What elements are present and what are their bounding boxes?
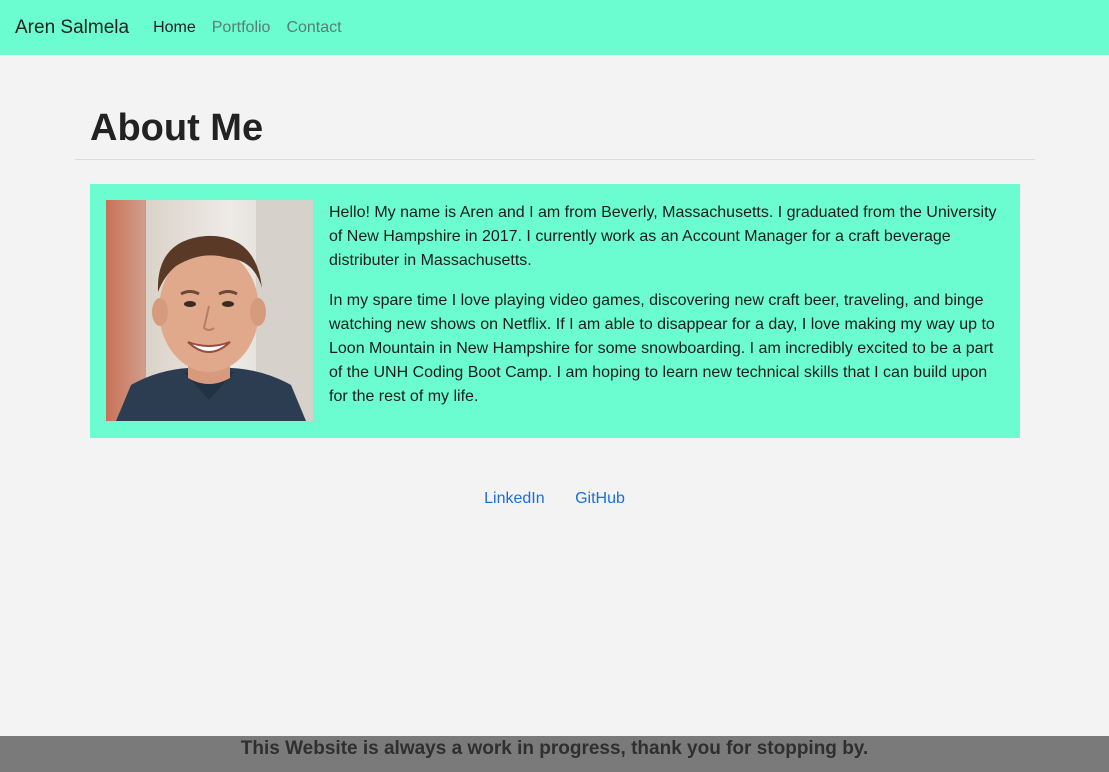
footer: This Website is always a work in progres… <box>0 736 1109 772</box>
social-links: LinkedIn GitHub <box>0 488 1109 510</box>
about-text: Hello! My name is Aren and I am from Bev… <box>329 201 1007 425</box>
linkedin-link[interactable]: LinkedIn <box>484 490 545 507</box>
page-title: About Me <box>90 107 264 149</box>
navbar: Aren Salmela Home Portfolio Contact <box>0 0 1109 55</box>
about-paragraph: In my spare time I love playing video ga… <box>329 292 995 405</box>
profile-photo <box>106 200 313 421</box>
brand-link[interactable]: Aren Salmela <box>15 18 129 37</box>
about-paragraph: Hello! My name is Aren and I am from Bev… <box>329 204 997 269</box>
nav-contact-link[interactable]: Contact <box>286 19 341 36</box>
heading-divider <box>75 159 1035 160</box>
github-link[interactable]: GitHub <box>575 490 625 507</box>
profile-photo-illustration <box>106 200 313 421</box>
nav-portfolio-link[interactable]: Portfolio <box>212 19 271 36</box>
about-card: Hello! My name is Aren and I am from Bev… <box>90 184 1020 438</box>
footer-text: This Website is always a work in progres… <box>240 738 869 759</box>
nav-home-link[interactable]: Home <box>153 19 196 36</box>
